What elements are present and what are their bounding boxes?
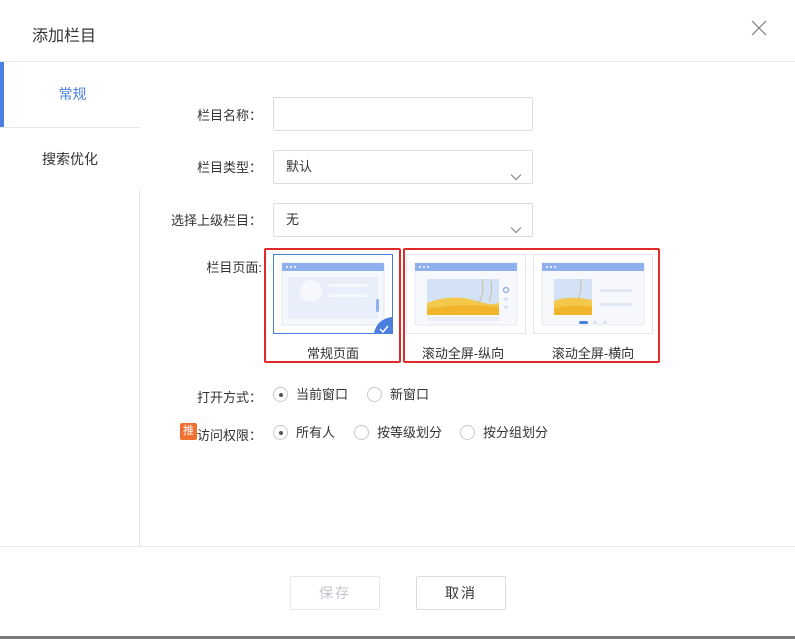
add-column-dialog: 添加栏目 常规 搜索优化 栏目名称： 栏目类型： 默认 选择上级栏目： 无 栏目… xyxy=(0,0,795,639)
parent-column-label: 选择上级栏目： xyxy=(170,213,262,228)
page-option-fullscreen-vertical-label: 滚动全屏-纵向 xyxy=(421,346,505,361)
column-type-value: 默认 xyxy=(286,159,313,174)
cancel-button[interactable]: 取消 xyxy=(416,576,506,610)
radio-indicator xyxy=(460,425,475,441)
radio-by-group[interactable]: 按分组划分 xyxy=(460,424,548,442)
page-option-fullscreen-horizontal-label: 滚动全屏-横向 xyxy=(551,346,635,361)
radio-current-window[interactable]: 当前窗口 xyxy=(273,386,348,404)
dialog-title: 添加栏目 xyxy=(32,28,97,45)
radio-new-window[interactable]: 新窗口 xyxy=(367,386,429,404)
chevron-down-icon xyxy=(510,162,522,181)
radio-indicator xyxy=(273,425,288,441)
horizontal-page-illustration xyxy=(541,262,645,326)
column-type-label: 栏目类型： xyxy=(196,160,262,175)
page-option-fullscreen-vertical[interactable] xyxy=(406,254,526,334)
radio-everyone[interactable]: 所有人 xyxy=(273,424,335,442)
parent-column-select[interactable]: 无 xyxy=(273,203,533,237)
page-option-normal-label: 常规页面 xyxy=(306,346,359,361)
save-button[interactable]: 保存 xyxy=(290,576,380,610)
radio-by-level[interactable]: 按等级划分 xyxy=(354,424,442,442)
dialog-header: 添加栏目 xyxy=(0,0,795,62)
column-type-select[interactable]: 默认 xyxy=(273,150,533,184)
radio-new-window-label: 新窗口 xyxy=(390,387,430,402)
close-icon[interactable] xyxy=(749,18,769,38)
page-option-fullscreen-horizontal[interactable] xyxy=(533,254,653,334)
radio-indicator xyxy=(273,387,288,403)
dialog-footer: 保存 取消 xyxy=(0,546,795,639)
normal-page-illustration xyxy=(281,262,392,333)
radio-indicator xyxy=(367,387,382,403)
vertical-page-illustration xyxy=(414,262,518,326)
radio-by-group-label: 按分组划分 xyxy=(483,425,549,440)
page-option-normal[interactable] xyxy=(273,254,393,334)
parent-column-value: 无 xyxy=(286,212,300,227)
open-mode-label: 打开方式： xyxy=(196,390,262,405)
access-permission-label: 访问权限： xyxy=(196,428,262,443)
sidebar: 常规 搜索优化 xyxy=(0,62,141,547)
radio-everyone-label: 所有人 xyxy=(296,425,336,440)
chevron-down-icon xyxy=(510,215,522,234)
radio-indicator xyxy=(354,425,369,441)
column-page-label: 栏目页面: xyxy=(206,260,262,275)
column-name-label: 栏目名称： xyxy=(196,108,262,123)
column-name-input[interactable] xyxy=(273,97,533,131)
radio-current-window-label: 当前窗口 xyxy=(296,387,349,402)
check-icon xyxy=(378,321,390,334)
radio-by-level-label: 按等级划分 xyxy=(377,425,443,440)
